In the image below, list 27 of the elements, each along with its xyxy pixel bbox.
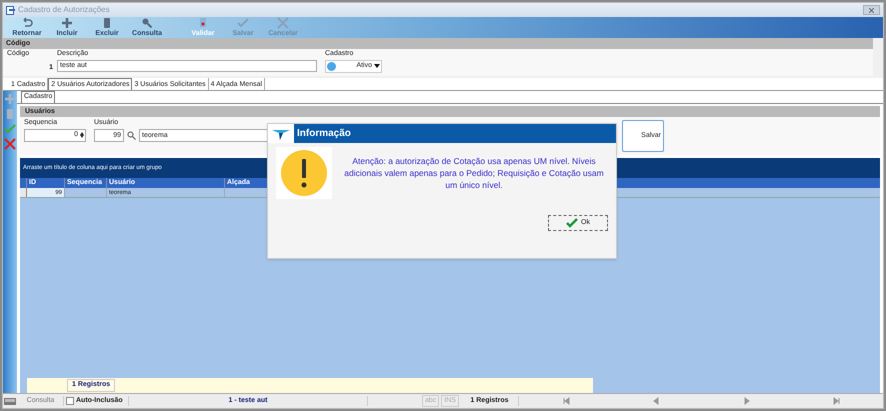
close-icon — [4, 138, 16, 150]
search-icon[interactable] — [127, 130, 136, 140]
nav-arrow-icon[interactable] — [742, 397, 751, 405]
undo-icon — [21, 17, 33, 29]
plus-icon — [4, 93, 16, 105]
close-icon — [277, 17, 289, 29]
nav-arrow-icon[interactable] — [832, 397, 841, 405]
dialog-title: Informação — [294, 124, 616, 143]
check-icon — [4, 123, 16, 135]
close-button[interactable] — [863, 5, 880, 15]
nav-arrow-icon[interactable] — [652, 397, 660, 405]
search-icon — [141, 17, 153, 29]
spinner-arrows-icon — [80, 132, 84, 138]
check-icon — [566, 218, 578, 228]
window-icon — [6, 6, 15, 14]
warning-icon — [276, 147, 332, 199]
row-indicator — [20, 188, 27, 197]
window-title: Cadastro de Autorizações — [18, 4, 111, 16]
plus-icon — [61, 17, 73, 29]
logo-icon — [271, 128, 291, 140]
trash-icon — [101, 17, 113, 29]
document-icon — [197, 17, 209, 29]
nav-arrow-icon[interactable] — [562, 397, 570, 405]
trash-icon — [4, 108, 16, 120]
close-icon — [869, 8, 874, 12]
caret-icon — [374, 64, 380, 68]
check-icon — [237, 17, 249, 29]
